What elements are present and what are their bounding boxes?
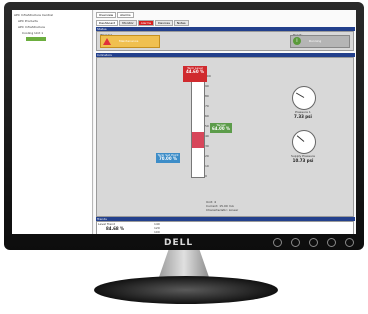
info-icon: i: [293, 37, 301, 45]
top-tabs: Overview Alarms: [96, 12, 134, 18]
tank-tick-label: 20: [205, 154, 209, 158]
monitor-button[interactable]: [291, 238, 300, 247]
tank-tick-label: 70: [205, 104, 209, 108]
ready-indicator: i Running: [290, 35, 350, 48]
tree-root[interactable]: APC InfraStruXure Central: [14, 13, 53, 17]
tab-monitor[interactable]: Monitor: [119, 20, 137, 26]
tab-alarms-top[interactable]: Alarms: [117, 12, 134, 18]
sub-tabs: Dashboard Monitor Alarms Devices Notes: [96, 20, 189, 26]
tank-level-value: 44.60 %: [185, 69, 205, 74]
monitor-button[interactable]: [327, 238, 336, 247]
monitor-button[interactable]: [309, 238, 318, 247]
tank-level-callout: Tank Level 44.60 %: [183, 66, 207, 82]
tank-tick-label: 90: [205, 84, 209, 88]
target-callout: Target 64.00 %: [210, 123, 232, 133]
tank-tick-label: 0: [205, 174, 207, 178]
navigation-tree[interactable]: APC InfraStruXure Central APC Products A…: [12, 10, 93, 234]
tree-item-0[interactable]: APC Products: [18, 19, 38, 23]
trends-panel: [96, 221, 354, 234]
gauge2-value: 10.73 psi: [292, 158, 314, 163]
screen: APC InfraStruXure Central APC Products A…: [12, 10, 356, 234]
trend-row-0-value: 84.68 %: [106, 226, 125, 231]
monitor-button[interactable]: [273, 238, 282, 247]
tab-overview[interactable]: Overview: [96, 12, 117, 18]
warning-indicator: Maintenance: [100, 35, 160, 48]
tab-alarms[interactable]: Alarms: [137, 20, 155, 26]
pressure-gauge-1: [292, 86, 316, 110]
gauge-needle: [296, 135, 305, 142]
tank-level-gauge: [191, 76, 205, 178]
gauge-needle: [295, 92, 305, 98]
ready-text: Running: [309, 39, 322, 43]
monitor-frame: APC InfraStruXure Central APC Products A…: [4, 2, 364, 250]
tank-level-fill: [192, 132, 204, 148]
info-line-2: Characteristic: Linear: [206, 208, 239, 212]
tank-tick-label: 80: [205, 94, 209, 98]
tank-tick-label: 40: [205, 134, 209, 138]
gauge1-value: 7.33 psi: [294, 114, 312, 119]
tab-devices[interactable]: Devices: [155, 20, 173, 26]
power-button[interactable]: [345, 238, 354, 247]
warning-text: Maintenance: [119, 39, 139, 43]
warning-icon: [103, 38, 111, 45]
tank-tick-label: 50: [205, 124, 209, 128]
tank-tick-label: 30: [205, 144, 209, 148]
trend-axis-2: 100: [154, 230, 160, 234]
tank-tick-label: 10: [205, 164, 209, 168]
tree-item-1[interactable]: APC InfraStruXure: [18, 25, 45, 29]
status-icon: [26, 37, 46, 41]
main-panel: Overview Alarms Dashboard Monitor Alarms…: [94, 10, 356, 234]
tree-item-2[interactable]: Cooling Unit 1: [22, 31, 43, 35]
tank-tick-label: 60: [205, 114, 209, 118]
brand-logo: DELL: [164, 238, 194, 248]
tab-notes[interactable]: Notes: [173, 20, 189, 26]
target-value: 64.00 %: [211, 126, 231, 131]
setpoint-callout: Tank Set Point 70.00 %: [156, 153, 180, 163]
monitor-stand-base: [94, 276, 278, 304]
tab-dashboard[interactable]: Dashboard: [96, 20, 119, 26]
pressure-gauge-2: [292, 130, 316, 154]
setpoint-value: 70.00 %: [158, 156, 178, 161]
monitor-buttons[interactable]: [273, 238, 354, 247]
